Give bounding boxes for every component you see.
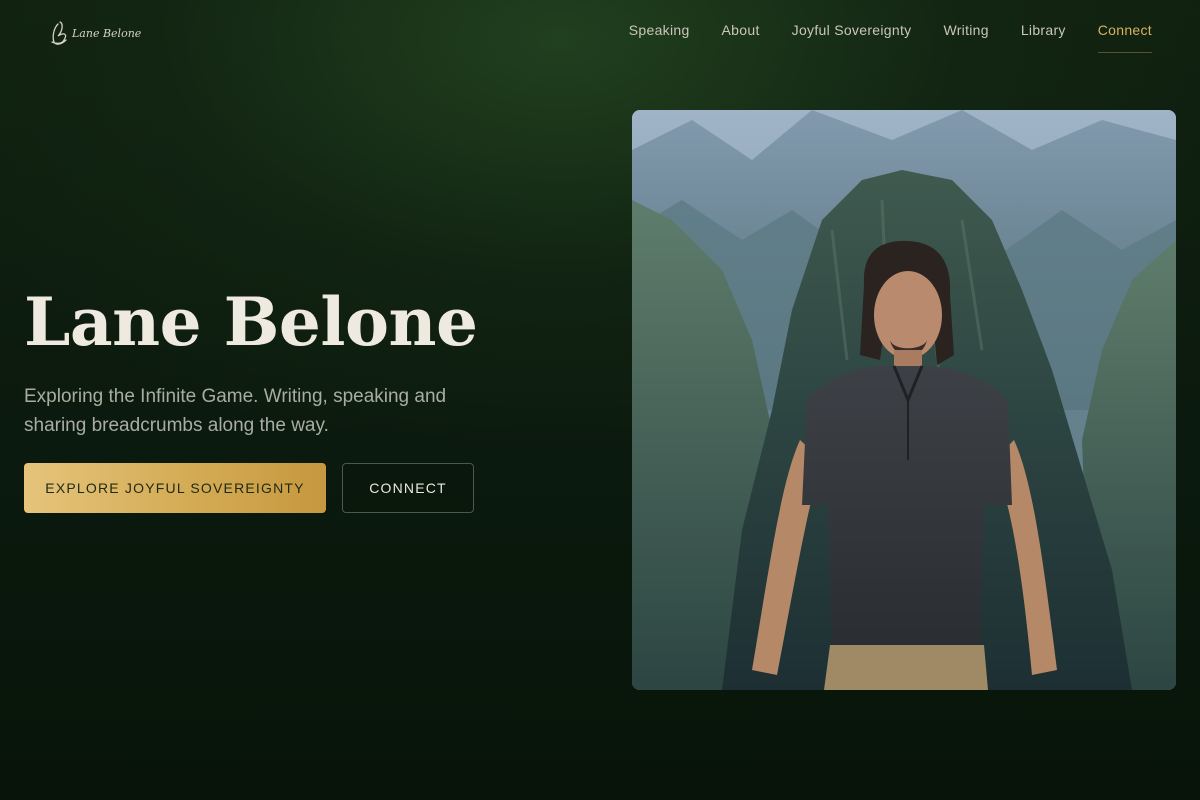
nav-connect[interactable]: Connect xyxy=(1097,20,1152,53)
nav-speaking[interactable]: Speaking xyxy=(629,20,690,52)
nav-writing[interactable]: Writing xyxy=(943,20,988,52)
explore-joyful-sovereignty-button[interactable]: EXPLORE JOYFUL SOVEREIGNTY xyxy=(24,463,326,513)
main-nav: Speaking About Joyful Sovereignty Writin… xyxy=(629,20,1152,53)
mountain-portrait-image xyxy=(632,110,1176,690)
hero-subtitle: Exploring the Infinite Game. Writing, sp… xyxy=(24,386,447,436)
site-logo[interactable]: Lane Belone xyxy=(48,18,148,48)
nav-joyful-sovereignty[interactable]: Joyful Sovereignty xyxy=(792,20,912,52)
nav-library[interactable]: Library xyxy=(1021,20,1066,52)
hero-title: Lane Belone xyxy=(24,283,478,361)
nav-about[interactable]: About xyxy=(722,20,760,52)
hero-photo xyxy=(632,110,1176,690)
logo-signature-icon: Lane Belone xyxy=(51,21,142,45)
svg-text:Lane Belone: Lane Belone xyxy=(71,27,142,40)
connect-button[interactable]: CONNECT xyxy=(342,463,474,513)
